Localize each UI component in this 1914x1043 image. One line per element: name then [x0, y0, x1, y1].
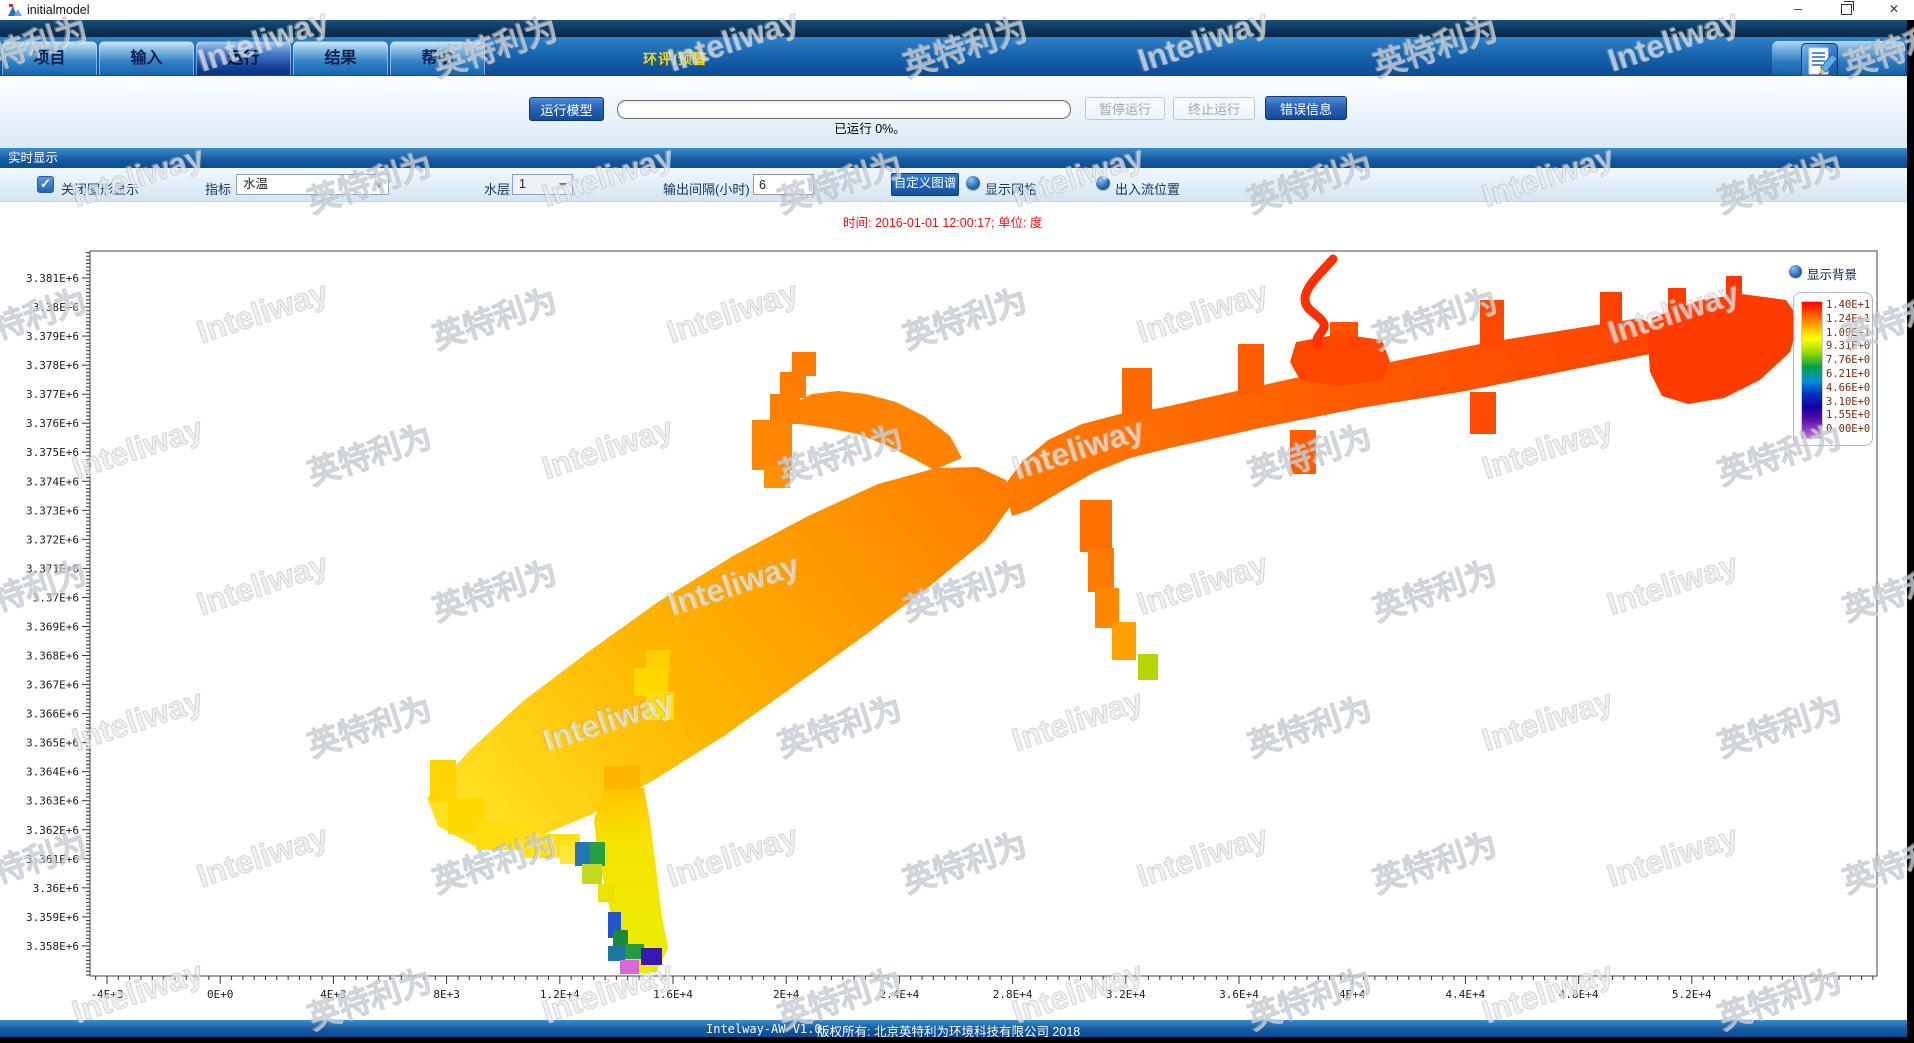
y-tick-label: 3.371E+6 [26, 562, 79, 575]
legend-scale-value: 0.00E+0 [1826, 423, 1872, 437]
x-tick-label: 0E+0 [207, 988, 234, 1001]
legend-scale-value: 1.09E+1 [1826, 327, 1872, 341]
legend-scale-value: 3.10E+0 [1826, 396, 1872, 410]
show-background-toggle-icon[interactable] [1789, 265, 1802, 278]
y-tick-label: 3.358E+6 [26, 940, 79, 953]
x-tick-label: 1.2E+4 [540, 988, 580, 1001]
y-tick-label: 3.365E+6 [26, 737, 79, 750]
y-axis: 3.381E+6 3.38E+6 3.379E+6 3.378E+6 3.377E+6 3… [26, 253, 90, 975]
x-tick-label: 3.2E+4 [1106, 988, 1146, 1001]
y-tick-label: 3.381E+6 [26, 272, 79, 285]
x-tick-label: 8E+3 [433, 988, 460, 1001]
x-tick-label: 2E+4 [773, 988, 800, 1001]
legend-colorbar: 1.40E+11.24E+11.09E+19.31E+07.76E+06.21E… [1793, 292, 1873, 446]
x-tick-label: 4E+3 [320, 988, 347, 1001]
colorbar-gradient [1801, 301, 1823, 439]
y-tick-label: 3.366E+6 [26, 708, 79, 721]
legend-scale-value: 4.66E+0 [1826, 382, 1872, 396]
legend-scale-value: 9.31E+0 [1826, 340, 1872, 354]
y-tick-label: 3.364E+6 [26, 766, 79, 779]
x-tick-label: 4.8E+4 [1559, 988, 1599, 1001]
y-tick-label: 3.359E+6 [26, 911, 79, 924]
x-tick-label: 1.6E+4 [653, 988, 693, 1001]
application-window: -4E+3 0E+0 4E+3 8E+3 1.2E+4 1.6E+4 2E+4 2.4E+4 2… [0, 0, 1914, 1043]
x-tick-label: 4.4E+4 [1446, 988, 1486, 1001]
y-tick-label: 3.379E+6 [26, 330, 79, 343]
y-tick-label: 3.363E+6 [26, 795, 79, 808]
y-tick-label: 3.377E+6 [26, 388, 79, 401]
y-tick-label: 3.376E+6 [26, 417, 79, 430]
y-tick-label: 3.367E+6 [26, 679, 79, 692]
x-tick-label: -4E+3 [90, 988, 123, 1001]
x-tick-label: 3.6E+4 [1219, 988, 1259, 1001]
y-tick-label: 3.369E+6 [26, 620, 79, 633]
y-tick-label: 3.361E+6 [26, 853, 79, 866]
y-tick-label: 3.362E+6 [26, 824, 79, 837]
y-tick-label: 3.372E+6 [26, 533, 79, 546]
x-tick-label: 5.2E+4 [1672, 988, 1712, 1001]
legend-scale-value: 6.21E+0 [1826, 368, 1872, 382]
y-tick-label: 3.375E+6 [26, 446, 79, 459]
legend-scale-value: 1.55E+0 [1826, 409, 1872, 423]
y-tick-label: 3.38E+6 [33, 301, 79, 314]
legend-scale-value: 7.76E+0 [1826, 354, 1872, 368]
show-background-label: 显示背景 [1807, 264, 1857, 283]
x-tick-label: 2.8E+4 [993, 988, 1033, 1001]
y-tick-label: 3.368E+6 [26, 650, 79, 663]
x-tick-label: 2.4E+4 [880, 988, 920, 1001]
y-tick-label: 3.374E+6 [26, 475, 79, 488]
x-axis: -4E+3 0E+0 4E+3 8E+3 1.2E+4 1.6E+4 2E+4 2.4E+4 2… [90, 976, 1872, 1001]
y-tick-label: 3.378E+6 [26, 359, 79, 372]
y-tick-label: 3.37E+6 [33, 591, 79, 604]
legend-scale-value: 1.40E+1 [1826, 299, 1872, 313]
x-tick-label: 4E+4 [1339, 988, 1366, 1001]
y-tick-label: 3.373E+6 [26, 504, 79, 517]
colorbar-values: 1.40E+11.24E+11.09E+19.31E+07.76E+06.21E… [1826, 299, 1872, 437]
plot-canvas: -4E+3 0E+0 4E+3 8E+3 1.2E+4 1.6E+4 2E+4 2.4E+4 2… [0, 0, 1914, 1043]
legend-scale-value: 1.24E+1 [1826, 313, 1872, 327]
y-tick-label: 3.36E+6 [33, 882, 79, 895]
